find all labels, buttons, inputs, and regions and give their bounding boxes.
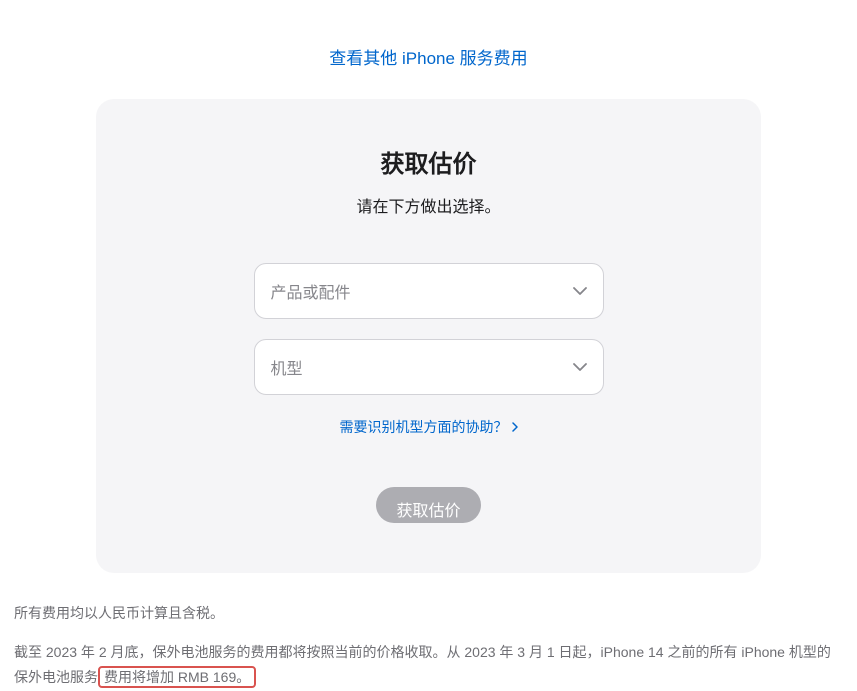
estimate-card: 获取估价 请在下方做出选择。 产品或配件 机型 需要识别机型方面的协助？ — [96, 99, 761, 573]
model-select[interactable]: 机型 — [254, 339, 604, 395]
footer-text: 所有费用均以人民币计算且含税。 截至 2023 年 2 月底，保外电池服务的费用… — [10, 601, 847, 691]
footer-line-1: 所有费用均以人民币计算且含税。 — [14, 601, 843, 626]
get-estimate-button[interactable]: 获取估价 — [376, 487, 480, 523]
card-subtitle: 请在下方做出选择。 — [146, 193, 711, 217]
top-link-wrapper: 查看其他 iPhone 服务费用 — [10, 0, 847, 99]
footer-line-2: 截至 2023 年 2 月底，保外电池服务的费用都将按照当前的价格收取。从 20… — [14, 640, 843, 690]
product-select-wrapper: 产品或配件 — [254, 263, 604, 319]
card-title: 获取估价 — [146, 144, 711, 179]
product-select-placeholder: 产品或配件 — [271, 279, 351, 303]
model-select-placeholder: 机型 — [271, 355, 303, 379]
chevron-down-icon — [573, 287, 587, 295]
help-link-text: 需要识别机型方面的协助？ — [340, 417, 508, 437]
model-select-wrapper: 机型 — [254, 339, 604, 395]
other-services-link[interactable]: 查看其他 iPhone 服务费用 — [329, 49, 527, 68]
product-select[interactable]: 产品或配件 — [254, 263, 604, 319]
chevron-right-icon — [512, 419, 518, 435]
chevron-down-icon — [573, 363, 587, 371]
help-identify-link[interactable]: 需要识别机型方面的协助？ — [340, 417, 518, 437]
highlight-annotation: 费用将增加 RMB 169。 — [98, 666, 256, 688]
